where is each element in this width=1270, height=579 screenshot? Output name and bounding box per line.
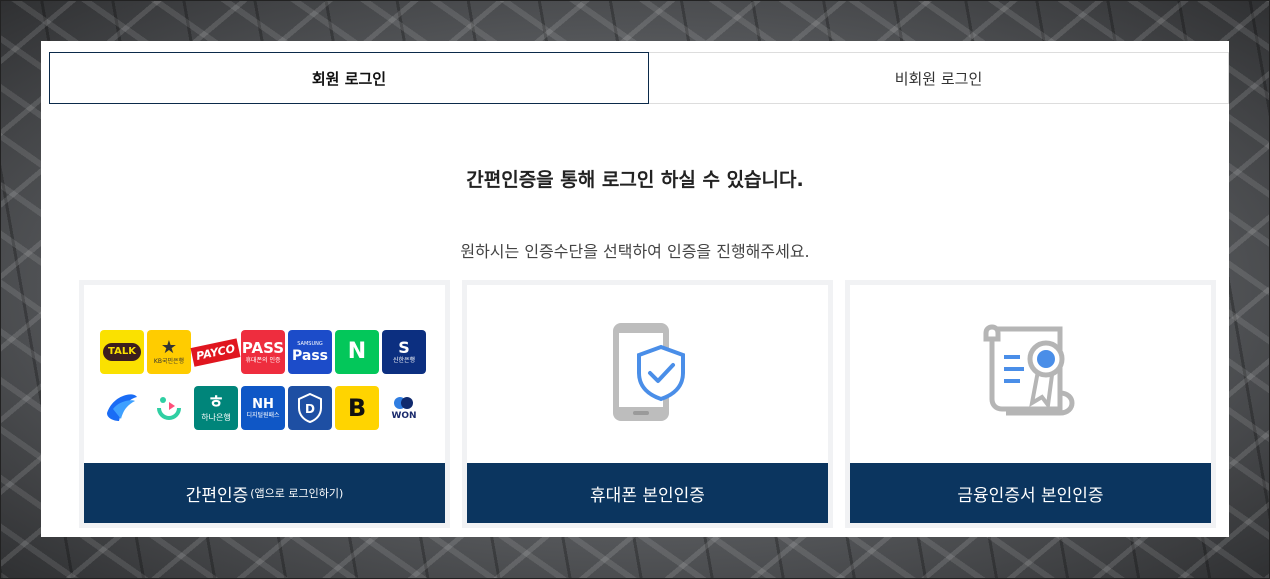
phone-shield-icon bbox=[612, 323, 685, 421]
login-tabs: 회원 로그인 비회원 로그인 bbox=[49, 52, 1229, 104]
tab-guest-login[interactable]: 비회원 로그인 bbox=[649, 52, 1229, 104]
page-title: 간편인증을 통해 로그인 하실 수 있습니다. bbox=[466, 169, 804, 191]
naver-logo: N bbox=[335, 330, 379, 374]
svg-text:D: D bbox=[305, 402, 315, 416]
toss-logo bbox=[100, 386, 144, 430]
hana-bank-logo: ㅎ 하나은행 bbox=[194, 386, 238, 430]
kakaobank-logo bbox=[147, 386, 191, 430]
page-description: 원하시는 인증수단을 선택하여 인증을 진행해주세요. bbox=[460, 242, 810, 261]
phone-auth-button[interactable]: 휴대폰 본인인증 bbox=[467, 463, 828, 523]
digital-onepass-logo: D bbox=[288, 386, 332, 430]
certificate-auth-button[interactable]: 금융인증서 본인인증 bbox=[850, 463, 1211, 523]
nh-logo: NH 디지털원패스 bbox=[241, 386, 285, 430]
simple-auth-card[interactable]: TALK ★ KB국민은행 PAYCO PASS 휴대폰의 인증 SAMSUNG Pa… bbox=[79, 280, 450, 528]
login-panel: 회원 로그인 비회원 로그인 간편인증을 통해 로그인 하실 수 있습니다. 원… bbox=[41, 41, 1229, 537]
woori-won-logo: WON bbox=[382, 386, 426, 430]
phone-auth-card[interactable]: 휴대폰 본인인증 bbox=[462, 280, 833, 528]
tab-member-login[interactable]: 회원 로그인 bbox=[49, 52, 649, 104]
certificate-icon bbox=[983, 324, 1074, 416]
shinhan-bank-logo: S 신한은행 bbox=[382, 330, 426, 374]
simple-auth-button[interactable]: 간편인증 (앱으로 로그인하기) bbox=[84, 463, 445, 523]
kakaotalk-logo: TALK bbox=[100, 330, 144, 374]
pass-logo: PASS 휴대폰의 인증 bbox=[241, 330, 285, 374]
certificate-auth-card[interactable]: 금융인증서 본인인증 bbox=[845, 280, 1216, 528]
simple-auth-label: 간편인증 bbox=[185, 485, 249, 506]
samsung-pass-logo: SAMSUNG Pass bbox=[288, 330, 332, 374]
auth-provider-logos: TALK ★ KB국민은행 PAYCO PASS 휴대폰의 인증 SAMSUNG Pa… bbox=[100, 330, 440, 442]
payco-logo: PAYCO bbox=[190, 330, 242, 374]
simple-auth-sublabel: (앱으로 로그인하기) bbox=[250, 487, 344, 500]
kb-bank-logo: ★ KB국민은행 bbox=[147, 330, 191, 374]
b-logo: B bbox=[335, 386, 379, 430]
